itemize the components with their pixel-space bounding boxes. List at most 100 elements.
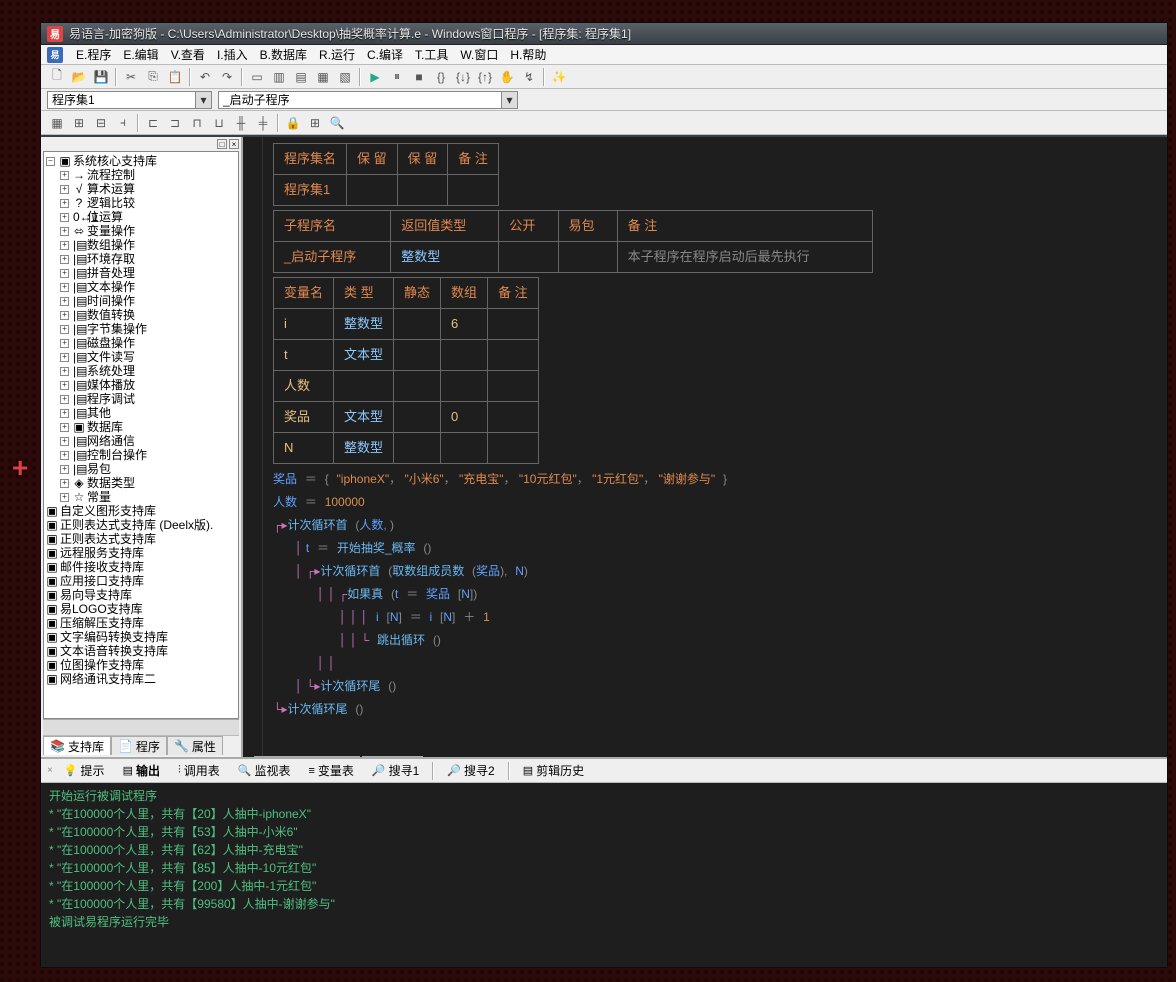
align-icon[interactable]: ▦: [47, 113, 67, 133]
library-tree[interactable]: −▣系统核心支持库 +→流程控制+√算术运算+?逻辑比较+0↔1位运算+⬄变量操…: [43, 151, 239, 719]
tree-item[interactable]: +→流程控制: [46, 168, 236, 182]
btab-output[interactable]: ▤输出: [116, 759, 167, 782]
module-name-cell[interactable]: 程序集1: [274, 175, 347, 206]
tree-lib[interactable]: ▣文字编码转换支持库: [46, 630, 236, 644]
tree-lib[interactable]: ▣正则表达式支持库 (Deelx版).: [46, 518, 236, 532]
tree-item[interactable]: +|▤易包: [46, 462, 236, 476]
menu-help[interactable]: H.帮助: [505, 45, 551, 64]
menu-run[interactable]: R.运行: [314, 45, 360, 64]
expand-icon[interactable]: +: [60, 353, 69, 362]
tree-lib[interactable]: ▣位图操作支持库: [46, 658, 236, 672]
expand-icon[interactable]: +: [60, 325, 69, 334]
align5-icon[interactable]: ⊏: [143, 113, 163, 133]
paste-icon[interactable]: 📋: [165, 67, 185, 87]
tree-lib[interactable]: ▣易LOGO支持库: [46, 602, 236, 616]
expand-icon[interactable]: +: [60, 367, 69, 376]
expand-icon[interactable]: +: [60, 381, 69, 390]
align9-icon[interactable]: ╫: [231, 113, 251, 133]
tab-property[interactable]: 🔧属性: [167, 736, 223, 755]
align8-icon[interactable]: ⊔: [209, 113, 229, 133]
btab-watch[interactable]: 🔍监视表: [231, 759, 298, 782]
tree-item[interactable]: +|▤文本操作: [46, 280, 236, 294]
tree-lib[interactable]: ▣远程服务支持库: [46, 546, 236, 560]
var-row[interactable]: N整数型: [274, 433, 539, 464]
proc-combo[interactable]: _启动子程序 ▾: [218, 91, 518, 109]
tree-item[interactable]: +√算术运算: [46, 182, 236, 196]
collapse-icon[interactable]: −: [46, 157, 55, 166]
btab-hint[interactable]: 💡提示: [57, 759, 112, 782]
expand-icon[interactable]: +: [60, 213, 69, 222]
tree-lib[interactable]: ▣邮件接收支持库: [46, 560, 236, 574]
step-out-icon[interactable]: {↑}: [475, 67, 495, 87]
form-icon[interactable]: ▥: [269, 67, 289, 87]
btab-find2[interactable]: 🔎搜寻2: [440, 759, 501, 782]
tree-item[interactable]: +|▤数值转换: [46, 308, 236, 322]
chevron-down-icon[interactable]: ▾: [501, 92, 517, 108]
expand-icon[interactable]: +: [60, 269, 69, 278]
var-row[interactable]: 人数: [274, 371, 539, 402]
tab-program[interactable]: 📄程序: [111, 736, 167, 755]
open-icon[interactable]: 📂: [69, 67, 89, 87]
undo-icon[interactable]: ↶: [195, 67, 215, 87]
copy-icon[interactable]: ⎘: [143, 67, 163, 87]
tree-item[interactable]: +|▤媒体播放: [46, 378, 236, 392]
tree-lib[interactable]: ▣易向导支持库: [46, 588, 236, 602]
titlebar[interactable]: 易 易语言-加密狗版 - C:\Users\Administrator\Desk…: [41, 23, 1167, 45]
tree-item[interactable]: +|▤其他: [46, 406, 236, 420]
magic-icon[interactable]: ✨: [549, 67, 569, 87]
menu-program[interactable]: E.程序: [71, 45, 116, 64]
tree-item[interactable]: +|▤控制台操作: [46, 448, 236, 462]
menu-window[interactable]: W.窗口: [455, 45, 503, 64]
code-line[interactable]: └▸计次循环尾 (): [273, 698, 1157, 721]
breakpoint-icon[interactable]: ✋: [497, 67, 517, 87]
tree-item[interactable]: +|▤网络通信: [46, 434, 236, 448]
tree-lib[interactable]: ▣网络通讯支持库二: [46, 672, 236, 686]
tree-item[interactable]: +|▤拼音处理: [46, 266, 236, 280]
code-area[interactable]: 程序集名保 留保 留备 注 程序集1 子程序名返回值类型公开易包备 注 _启动子…: [243, 137, 1167, 757]
tree-lib[interactable]: ▣压缩解压支持库: [46, 616, 236, 630]
code-line[interactable]: │ │ └ 跳出循环 (): [273, 629, 1157, 652]
tree-item[interactable]: +|▤数组操作: [46, 238, 236, 252]
align10-icon[interactable]: ╪: [253, 113, 273, 133]
chevron-down-icon[interactable]: ▾: [195, 92, 211, 108]
proj-icon[interactable]: ▭: [247, 67, 267, 87]
code-line[interactable]: │ t ＝ 开始抽奖_概率 (): [273, 537, 1157, 560]
btab-clip[interactable]: ▤剪辑历史: [516, 759, 591, 782]
tab-support-lib[interactable]: 📚支持库: [43, 736, 111, 755]
expand-icon[interactable]: +: [60, 185, 69, 194]
cut-icon[interactable]: ✂: [121, 67, 141, 87]
tree-item[interactable]: +☆常量: [46, 490, 236, 504]
expand-icon[interactable]: +: [60, 451, 69, 460]
tree-item[interactable]: +0↔1位运算: [46, 210, 236, 224]
output-console[interactable]: 开始运行被调试程序* "在100000个人里，共有【20】人抽中-iphoneX…: [41, 783, 1167, 967]
tree-item[interactable]: +|▤系统处理: [46, 364, 236, 378]
code-line[interactable]: 人数 ＝ 100000: [273, 491, 1157, 514]
menu-compile[interactable]: C.编译: [362, 45, 408, 64]
tree-item[interactable]: +◈数据类型: [46, 476, 236, 490]
expand-icon[interactable]: +: [60, 437, 69, 446]
tree-item[interactable]: +|▤时间操作: [46, 294, 236, 308]
expand-icon[interactable]: +: [60, 283, 69, 292]
expand-icon[interactable]: +: [60, 311, 69, 320]
fold-gutter[interactable]: [243, 137, 263, 757]
align7-icon[interactable]: ⊓: [187, 113, 207, 133]
align3-icon[interactable]: ⊟: [91, 113, 111, 133]
expand-icon[interactable]: +: [60, 465, 69, 474]
menu-tools[interactable]: T.工具: [410, 45, 453, 64]
align4-icon[interactable]: ⫞: [113, 113, 133, 133]
tree-item[interactable]: +⬄变量操作: [46, 224, 236, 238]
code-line[interactable]: │ └▸计次循环尾 (): [273, 675, 1157, 698]
module-combo[interactable]: 程序集1 ▾: [47, 91, 212, 109]
expand-icon[interactable]: +: [60, 423, 69, 432]
zoom-icon[interactable]: 🔍: [327, 113, 347, 133]
pause-icon[interactable]: ⏸: [387, 67, 407, 87]
step-over-icon[interactable]: {}: [431, 67, 451, 87]
expand-icon[interactable]: +: [60, 339, 69, 348]
code-line[interactable]: ┌▸计次循环首 (人数, ): [273, 514, 1157, 537]
stop-icon[interactable]: ■: [409, 67, 429, 87]
var-row[interactable]: t文本型: [274, 340, 539, 371]
form3-icon[interactable]: ▦: [313, 67, 333, 87]
menu-insert[interactable]: I.插入: [212, 45, 253, 64]
code-line[interactable]: │ │ │ i [N] ＝ i [N] ＋ 1: [273, 606, 1157, 629]
code-line[interactable]: │ ┌▸计次循环首 (取数组成员数 (奖品), N): [273, 560, 1157, 583]
